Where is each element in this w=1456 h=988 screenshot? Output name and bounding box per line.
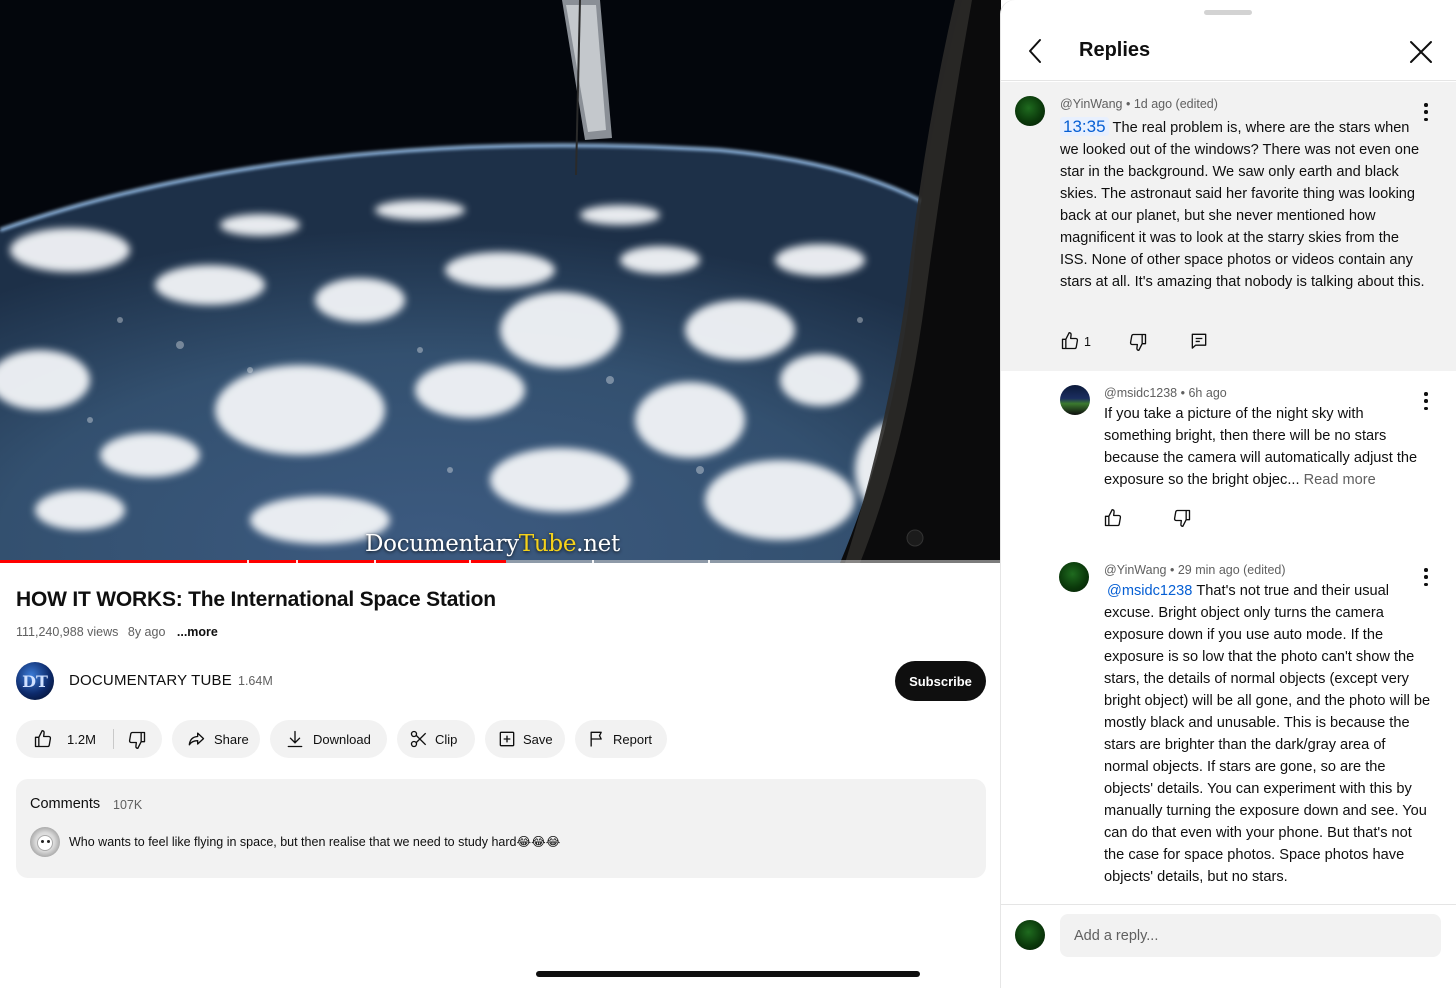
comments-count: 107K <box>113 798 143 812</box>
report-label: Report <box>613 731 653 747</box>
subscribe-button[interactable]: Subscribe <box>895 661 986 701</box>
video-player[interactable]: DocumentaryTube.net <box>0 0 1001 563</box>
comment-text: That's not true and their usual excuse. … <box>1104 583 1431 885</box>
share-icon <box>186 729 206 749</box>
chapter-marker <box>374 560 376 563</box>
download-icon <box>285 729 305 749</box>
save-playlist-icon <box>497 729 517 749</box>
mention-link[interactable]: @msidc1238 <box>1107 583 1192 599</box>
thumbs-up-icon[interactable] <box>33 729 53 749</box>
comment-like-count: 1 <box>1084 335 1091 349</box>
comment-time: 29 min ago (edited) <box>1177 563 1286 577</box>
chapter-marker <box>708 560 710 563</box>
thumbs-down-icon[interactable] <box>127 730 147 750</box>
report-button[interactable]: Report <box>575 720 667 758</box>
like-dislike-group: 1.2M <box>16 720 162 758</box>
chapter-marker <box>296 560 298 563</box>
thumbs-up-icon[interactable] <box>1102 507 1124 529</box>
commenter-avatar <box>30 827 60 857</box>
comment-body: 13:35 The real problem is, where are the … <box>1060 116 1430 293</box>
back-chevron-icon[interactable] <box>1023 37 1047 65</box>
chapter-marker <box>247 560 249 563</box>
comment-header: @YinWang • 1d ago (edited) <box>1060 97 1218 111</box>
replies-panel: Replies @YinWang • 1d ago (edited) 13:35… <box>1001 0 1456 988</box>
chapter-marker <box>469 560 471 563</box>
comment-body: If you take a picture of the night sky w… <box>1104 403 1434 491</box>
comment-time: 1d ago (edited) <box>1133 97 1218 111</box>
top-comment-text: Who wants to feel like flying in space, … <box>69 835 561 849</box>
comment-author[interactable]: @YinWang <box>1104 563 1166 577</box>
scissors-icon <box>409 729 429 749</box>
channel-row: DT DOCUMENTARY TUBE 1.64M Subscribe <box>16 660 986 702</box>
replies-title: Replies <box>1079 39 1151 61</box>
download-button[interactable]: Download <box>270 720 387 758</box>
clip-button[interactable]: Clip <box>397 720 475 758</box>
comment-text: The real problem is, where are the stars… <box>1060 120 1425 290</box>
flag-icon <box>587 729 607 749</box>
replies-list[interactable]: @YinWang • 1d ago (edited) 13:35 The real… <box>1001 82 1456 904</box>
add-reply-input[interactable] <box>1060 914 1441 957</box>
thumbs-down-icon[interactable] <box>1171 507 1193 529</box>
channel-name[interactable]: DOCUMENTARY TUBE <box>69 672 232 689</box>
description-more-link[interactable]: ...more <box>177 625 218 639</box>
clip-label: Clip <box>435 731 458 747</box>
home-indicator[interactable] <box>536 971 920 977</box>
comment-header: @msidc1238 • 6h ago <box>1104 386 1227 400</box>
upload-age: 8y ago <box>127 625 166 639</box>
comment-header: @YinWang • 29 min ago (edited) <box>1104 563 1286 577</box>
share-label: Share <box>214 731 249 747</box>
channel-avatar[interactable]: DT <box>16 662 54 700</box>
thumbs-up-icon[interactable] <box>1059 330 1081 352</box>
like-divider <box>113 729 114 749</box>
comments-preview[interactable]: Comments 107K Who wants to feel like fly… <box>16 779 986 878</box>
comment-author[interactable]: @YinWang <box>1060 97 1122 111</box>
video-title: HOW IT WORKS: The International Space St… <box>16 588 496 611</box>
save-label: Save <box>523 731 553 747</box>
thumbs-down-icon[interactable] <box>1127 331 1149 353</box>
commenter-avatar[interactable] <box>1060 385 1090 415</box>
read-more-link[interactable]: Read more <box>1304 472 1376 488</box>
video-progress-bar[interactable] <box>0 560 1001 563</box>
replies-header: Replies <box>1001 20 1456 81</box>
save-button[interactable]: Save <box>485 720 565 758</box>
subscriber-count: 1.64M <box>238 674 273 688</box>
chapter-marker <box>592 560 594 563</box>
panel-grabber[interactable] <box>1204 10 1252 15</box>
my-avatar <box>1015 920 1045 950</box>
commenter-avatar[interactable] <box>1015 96 1045 126</box>
download-label: Download <box>313 731 371 747</box>
share-button[interactable]: Share <box>172 720 260 758</box>
progress-played <box>0 560 506 563</box>
comment-body: @msidc1238 That's not true and their usua… <box>1104 580 1434 888</box>
video-meta: 111,240,988 views 8y ago ...more <box>16 625 224 639</box>
parent-comment: @YinWang • 1d ago (edited) 13:35 The real… <box>1001 82 1456 371</box>
comments-title: Comments <box>30 796 101 812</box>
like-count[interactable]: 1.2M <box>67 732 96 747</box>
commenter-avatar[interactable] <box>1059 562 1089 592</box>
view-count: 111,240,988 views <box>16 625 119 639</box>
video-frame <box>0 0 1001 563</box>
comment-time: 6h ago <box>1188 386 1227 400</box>
timestamp-link[interactable]: 13:35 <box>1060 117 1109 136</box>
reply-icon[interactable] <box>1188 330 1210 352</box>
video-watermark: DocumentaryTube.net <box>365 531 620 557</box>
close-icon[interactable] <box>1407 38 1435 66</box>
comment-author[interactable]: @msidc1238 <box>1104 386 1177 400</box>
reply-composer <box>1001 904 1456 988</box>
